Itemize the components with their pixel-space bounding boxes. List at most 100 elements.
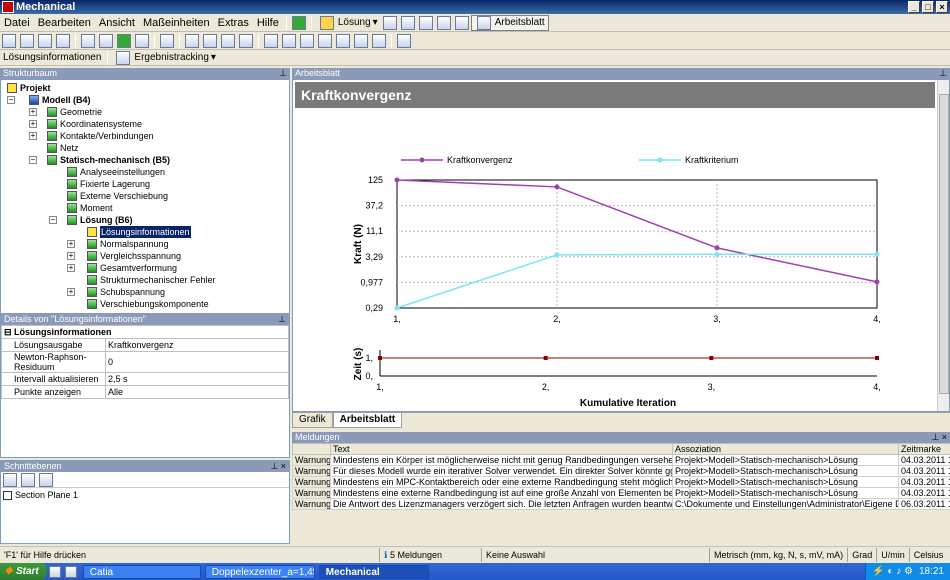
menu-bearbeiten[interactable]: Bearbeiten xyxy=(34,17,95,29)
solve-check-icon[interactable] xyxy=(291,15,306,30)
tree-item-vergleichsspannung[interactable]: Vergleichsspannung xyxy=(87,250,181,262)
pin-icon[interactable]: ⊥ xyxy=(278,314,286,325)
details-value[interactable]: 0 xyxy=(105,351,289,373)
task-catia[interactable]: Catia xyxy=(82,564,201,579)
details-value[interactable]: 2,5 s xyxy=(105,372,289,386)
details-row[interactable]: Lösungsausgabe Kraftkonvergenz xyxy=(1,338,289,352)
tree-item-verschiebungskomponente[interactable]: Verschiebungskomponente xyxy=(87,298,209,310)
body-select-icon[interactable] xyxy=(117,33,131,48)
expand-icon[interactable]: + xyxy=(29,120,37,128)
expand-icon[interactable]: + xyxy=(67,288,75,296)
expand-icon[interactable]: + xyxy=(29,108,37,116)
column-header-text[interactable]: Text xyxy=(330,443,673,455)
vertex-icon[interactable] xyxy=(20,33,34,48)
task-mechanical[interactable]: Mechanical xyxy=(318,564,429,579)
task-workbench[interactable]: Doppelexzenter_a=1,45... xyxy=(204,564,315,579)
next-view-icon[interactable] xyxy=(318,33,332,48)
pin-icon[interactable]: ⊥ xyxy=(939,68,947,79)
text-icon[interactable] xyxy=(418,15,433,30)
close-button[interactable]: × xyxy=(936,1,948,13)
column-header-time[interactable]: Zeitmarke xyxy=(898,443,950,455)
details-row[interactable]: Newton-Raphson-Residuum 0 xyxy=(1,351,289,373)
iso-icon[interactable] xyxy=(336,33,350,48)
window-layout-icon[interactable] xyxy=(397,33,411,48)
menu-hilfe[interactable]: Hilfe xyxy=(253,17,283,29)
message-count[interactable]: ℹ 5 Meldungen xyxy=(380,547,482,562)
message-row[interactable]: Warnung Für dieses Modell wurde ein itera… xyxy=(292,465,950,477)
cube-icon[interactable] xyxy=(160,33,174,48)
close-icon[interactable]: ⊥ × xyxy=(931,432,947,443)
menu-extras[interactable]: Extras xyxy=(214,17,253,29)
tree-item-externe-verschiebung[interactable]: Externe Verschiebung xyxy=(67,190,168,202)
unit-system[interactable]: Metrisch (mm, kg, N, s, mV, mA) xyxy=(710,547,849,562)
speed-unit[interactable]: U/min xyxy=(877,547,910,562)
magnifier-icon[interactable] xyxy=(282,33,296,48)
checkbox[interactable] xyxy=(3,490,12,500)
vertical-scrollbar[interactable] xyxy=(937,80,949,411)
tab-grafik[interactable]: Grafik xyxy=(292,413,333,428)
edge-select-icon[interactable] xyxy=(99,33,113,48)
tree-item-fixierte-lagerung[interactable]: Fixierte Lagerung xyxy=(67,178,150,190)
collapse-icon[interactable]: − xyxy=(49,216,57,224)
details-group[interactable]: ⊟ Lösungsinformationen xyxy=(1,325,289,339)
diamond-icon[interactable] xyxy=(39,472,53,487)
new-plane-icon[interactable] xyxy=(3,472,17,487)
message-row[interactable]: Warnung Mindestens eine externe Randbedin… xyxy=(292,487,950,499)
start-button[interactable]: ❖ Start xyxy=(0,563,47,580)
grid-icon[interactable] xyxy=(382,15,397,30)
menu-datei[interactable]: Datei xyxy=(0,17,34,29)
print-icon[interactable] xyxy=(372,33,386,48)
xyz-icon[interactable] xyxy=(38,33,52,48)
message-row[interactable]: Warnung Mindestens ein MPC-Kontaktbereich… xyxy=(292,476,950,488)
maximize-button[interactable]: □ xyxy=(922,1,934,13)
image-icon[interactable] xyxy=(436,15,451,30)
node-select-icon[interactable] xyxy=(135,33,149,48)
tree-item-analyseeinstellungen[interactable]: Analyseeinstellungen xyxy=(67,166,165,178)
solution-info-button[interactable]: Lösungsinformationen xyxy=(0,50,104,66)
details-row[interactable]: Punkte anzeigen Alle xyxy=(1,385,289,399)
expand-icon[interactable]: + xyxy=(29,132,37,140)
tree-item-statisch[interactable]: Statisch-mechanisch (B5) xyxy=(47,154,170,166)
pan-icon[interactable] xyxy=(203,33,217,48)
details-value[interactable]: Kraftkonvergenz xyxy=(105,338,289,352)
tree-item-modell[interactable]: Modell (B4) xyxy=(29,94,91,106)
solve-button[interactable]: Lösung ▾ xyxy=(315,15,381,31)
explorer-icon[interactable] xyxy=(64,565,77,578)
tree-item-normalspannung[interactable]: Normalspannung xyxy=(87,238,169,250)
scroll-thumb[interactable] xyxy=(939,94,949,394)
column-header-association[interactable]: Assoziation xyxy=(672,443,899,455)
rotation-icon[interactable] xyxy=(354,33,368,48)
section-plane-item[interactable]: Section Plane 1 xyxy=(1,488,289,502)
tree-item-geometrie[interactable]: Geometrie xyxy=(47,106,102,118)
chart-icon[interactable] xyxy=(454,15,469,30)
worksheet-button[interactable]: Arbeitsblatt xyxy=(470,14,549,31)
pointer-icon[interactable] xyxy=(56,33,70,48)
ie-icon[interactable] xyxy=(48,565,61,578)
column-header-type[interactable] xyxy=(292,443,331,455)
menu-ansicht[interactable]: Ansicht xyxy=(95,17,139,29)
details-value[interactable]: Alle xyxy=(105,385,289,399)
angle-unit[interactable]: Grad xyxy=(848,547,878,562)
menu-masseinheiten[interactable]: Maßeinheiten xyxy=(139,17,214,29)
expand-icon[interactable]: + xyxy=(67,264,75,272)
message-row[interactable]: Warnung Mindestens ein Körper ist möglich… xyxy=(292,454,950,466)
message-row[interactable]: Warnung Die Antwort des Lizenzmanagers ve… xyxy=(292,498,950,510)
tree-item-loesung[interactable]: Lösung (B6) xyxy=(67,214,133,226)
minimize-button[interactable]: _ xyxy=(908,1,920,13)
face-select-icon[interactable] xyxy=(81,33,95,48)
tree-item-kontakte[interactable]: Kontakte/Verbindungen xyxy=(47,130,154,142)
zoom-icon[interactable] xyxy=(221,33,235,48)
tree-icon[interactable] xyxy=(400,15,415,30)
tab-arbeitsblatt[interactable]: Arbeitsblatt xyxy=(332,413,403,428)
tree-item-gesamtverformung[interactable]: Gesamtverformung xyxy=(87,262,177,274)
expand-icon[interactable]: + xyxy=(67,252,75,260)
collapse-icon[interactable]: − xyxy=(29,156,37,164)
expand-icon[interactable]: + xyxy=(67,240,75,248)
tree-item-moment[interactable]: Moment xyxy=(67,202,113,214)
collapse-icon[interactable]: − xyxy=(7,96,15,104)
zoom-fit-icon[interactable] xyxy=(264,33,278,48)
delete-icon[interactable] xyxy=(21,472,35,487)
tree-item-koordinatensysteme[interactable]: Koordinatensysteme xyxy=(47,118,142,130)
tree-item-netz[interactable]: Netz xyxy=(47,142,79,154)
tree-item-strukturmechanischer-fehler[interactable]: Strukturmechanischer Fehler xyxy=(87,274,216,286)
